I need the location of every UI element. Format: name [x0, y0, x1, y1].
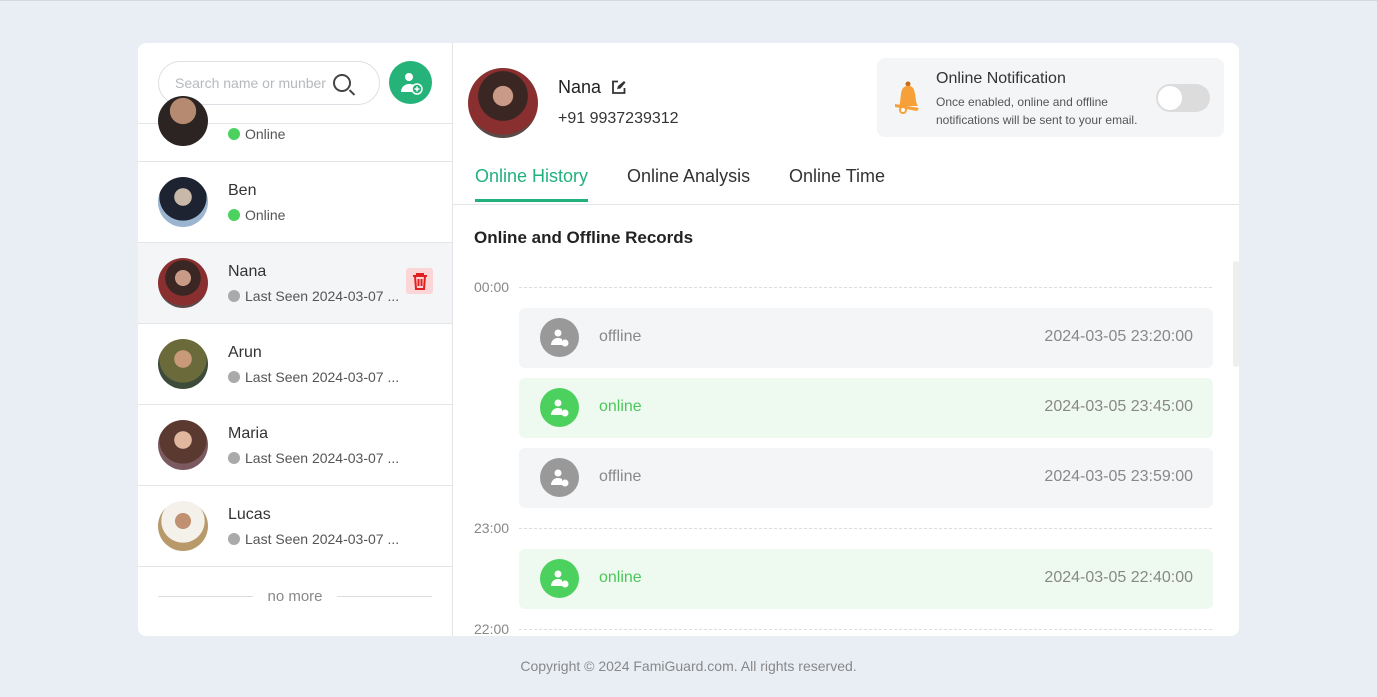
record-item: online 2024-03-05 22:40:00: [519, 549, 1213, 609]
record-item: online 2024-03-05 23:45:00: [519, 378, 1213, 438]
tab-online-time[interactable]: Online Time: [789, 166, 885, 199]
no-more-indicator: no more: [158, 588, 432, 605]
record-status: online: [599, 398, 642, 415]
hour-label: 00:00: [474, 279, 510, 295]
contact-name: Maria: [228, 425, 269, 442]
contact-item[interactable]: Maria Last Seen 2024-03-07 ...: [138, 405, 452, 486]
add-contact-button[interactable]: [389, 61, 432, 104]
profile-phone: +91 9937239312: [558, 110, 679, 127]
avatar: [158, 501, 208, 551]
avatar: [158, 258, 208, 308]
contact-list: Online Ben Online Nana Last Seen 2024-03…: [138, 96, 452, 567]
profile-name-row: Nana: [558, 77, 626, 98]
user-status-icon: [540, 318, 579, 357]
add-user-icon: [400, 72, 423, 95]
offline-dot: [228, 533, 240, 545]
hour-label: 22:00: [474, 621, 510, 636]
avatar: [158, 177, 208, 227]
profile-avatar: [468, 68, 538, 138]
hour-label: 23:00: [474, 520, 510, 536]
contact-sidebar: Online Ben Online Nana Last Seen 2024-03…: [138, 43, 453, 636]
record-time: 2024-03-05 22:40:00: [1044, 569, 1193, 586]
trash-icon: [412, 273, 427, 290]
contact-name: Arun: [228, 344, 262, 361]
contact-item[interactable]: Arun Last Seen 2024-03-07 ...: [138, 324, 452, 405]
hour-divider: [519, 528, 1212, 529]
contact-name: Nana: [228, 263, 267, 280]
main-card: Online Ben Online Nana Last Seen 2024-03…: [138, 43, 1239, 636]
user-status-icon: [540, 559, 579, 598]
contact-name: Lucas: [228, 506, 271, 523]
contact-status: Last Seen 2024-03-07 ...: [245, 450, 400, 466]
contact-status: Last Seen 2024-03-07 ...: [245, 369, 400, 385]
user-status-icon: [540, 388, 579, 427]
tab-online-history[interactable]: Online History: [475, 166, 589, 202]
profile-name: Nana: [558, 77, 602, 97]
contact-item[interactable]: Online: [138, 96, 452, 162]
contact-item[interactable]: Nana Last Seen 2024-03-07 ...: [138, 243, 452, 324]
avatar: [158, 420, 208, 470]
online-dot: [228, 128, 240, 140]
contact-status: Online: [245, 126, 286, 142]
contact-status: Last Seen 2024-03-07 ...: [245, 288, 400, 304]
search-input[interactable]: [175, 75, 335, 91]
record-status: online: [599, 569, 642, 586]
record-status: offline: [599, 468, 642, 485]
contact-item[interactable]: Lucas Last Seen 2024-03-07 ...: [138, 486, 452, 567]
notification-title: Online Notification: [936, 70, 1066, 87]
no-more-text: no more: [267, 588, 323, 605]
record-time: 2024-03-05 23:45:00: [1044, 398, 1193, 415]
scrollbar[interactable]: [1233, 261, 1239, 367]
offline-dot: [228, 452, 240, 464]
record-time: 2024-03-05 23:59:00: [1044, 468, 1193, 485]
hour-divider: [519, 287, 1212, 288]
edit-icon[interactable]: [611, 80, 626, 95]
contact-status: Online: [245, 207, 286, 223]
notification-panel: Online Notification Once enabled, online…: [877, 58, 1224, 137]
record-time: 2024-03-05 23:20:00: [1044, 328, 1193, 345]
offline-dot: [228, 371, 240, 383]
records-title: Online and Offline Records: [474, 228, 694, 247]
search-icon[interactable]: [333, 74, 351, 92]
record-item: offline 2024-03-05 23:59:00: [519, 448, 1213, 508]
hour-divider: [519, 629, 1212, 630]
online-dot: [228, 209, 240, 221]
bell-icon: [895, 81, 919, 114]
notification-toggle[interactable]: [1156, 84, 1210, 112]
record-item: offline 2024-03-05 23:20:00: [519, 308, 1213, 368]
contact-item[interactable]: Ben Online: [138, 162, 452, 243]
record-status: offline: [599, 328, 642, 345]
detail-panel: Nana +91 9937239312 Online Notification …: [453, 43, 1239, 636]
footer-copyright: Copyright © 2024 FamiGuard.com. All righ…: [520, 658, 857, 674]
offline-dot: [228, 290, 240, 302]
user-status-icon: [540, 458, 579, 497]
tab-bar: Online History Online Analysis Online Ti…: [453, 163, 1239, 205]
tab-online-analysis[interactable]: Online Analysis: [627, 166, 750, 199]
contact-name: Ben: [228, 182, 257, 199]
notification-description: Once enabled, online and offline notific…: [936, 95, 1138, 127]
contact-status: Last Seen 2024-03-07 ...: [245, 531, 400, 547]
avatar: [158, 339, 208, 389]
delete-contact-button[interactable]: [406, 268, 433, 294]
avatar: [158, 96, 208, 146]
